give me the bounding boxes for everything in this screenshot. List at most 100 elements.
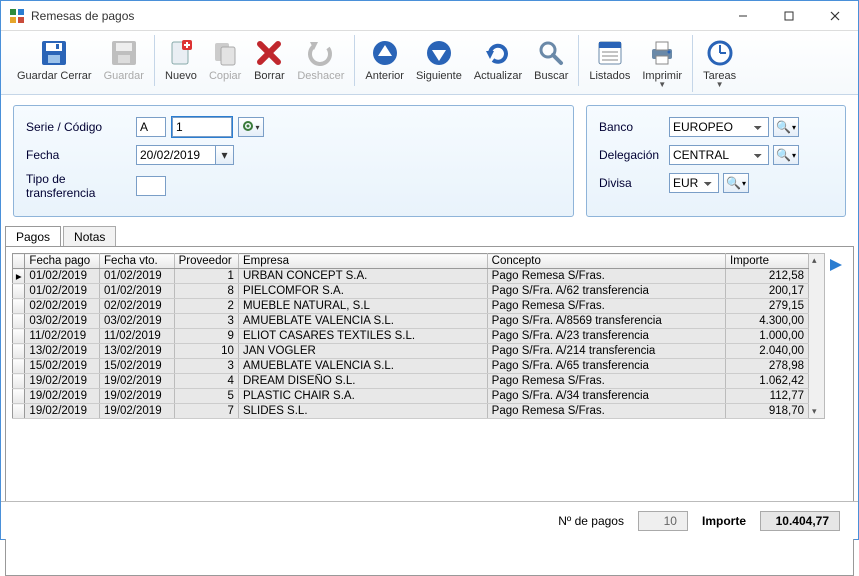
row-handle[interactable] (13, 299, 25, 314)
codigo-input[interactable] (172, 117, 232, 137)
cell-empresa[interactable]: URBAN CONCEPT S.A. (238, 269, 487, 284)
cell-empresa[interactable]: JAN VOGLER (238, 344, 487, 359)
cell-fecha-vto[interactable]: 03/02/2019 (100, 314, 175, 329)
cell-importe[interactable]: 1.000,00 (726, 329, 809, 344)
cell-fecha-pago[interactable]: 03/02/2019 (25, 314, 100, 329)
divisa-select[interactable]: EUR (669, 173, 719, 193)
cell-proveedor[interactable]: 8 (174, 284, 238, 299)
cell-concepto[interactable]: Pago S/Fra. A/62 transferencia (487, 284, 725, 299)
save-button[interactable]: Guardar (98, 35, 150, 86)
table-row[interactable]: 01/02/201901/02/20198PIELCOMFOR S.A.Pago… (13, 284, 809, 299)
date-picker-button[interactable]: ▾ (216, 145, 234, 165)
table-row[interactable]: 15/02/201915/02/20193AMUEBLATE VALENCIA … (13, 359, 809, 374)
col-importe[interactable]: Importe (726, 254, 809, 269)
cell-importe[interactable]: 112,77 (726, 389, 809, 404)
cell-proveedor[interactable]: 4 (174, 374, 238, 389)
row-handle[interactable] (13, 404, 25, 419)
tasks-button[interactable]: Tareas ▼ (697, 35, 742, 92)
row-handle[interactable] (13, 359, 25, 374)
cell-concepto[interactable]: Pago Remesa S/Fras. (487, 269, 725, 284)
cell-concepto[interactable]: Pago S/Fra. A/8569 transferencia (487, 314, 725, 329)
cell-importe[interactable]: 1.062,42 (726, 374, 809, 389)
print-button[interactable]: Imprimir ▼ (636, 35, 688, 92)
cell-fecha-pago[interactable]: 13/02/2019 (25, 344, 100, 359)
cell-fecha-vto[interactable]: 19/02/2019 (100, 404, 175, 419)
cell-fecha-vto[interactable]: 01/02/2019 (100, 284, 175, 299)
row-handle[interactable] (13, 389, 25, 404)
table-row[interactable]: 11/02/201911/02/20199ELIOT CASARES TEXTI… (13, 329, 809, 344)
cell-fecha-vto[interactable]: 01/02/2019 (100, 269, 175, 284)
cell-fecha-pago[interactable]: 15/02/2019 (25, 359, 100, 374)
cell-empresa[interactable]: SLIDES S.L. (238, 404, 487, 419)
cell-proveedor[interactable]: 5 (174, 389, 238, 404)
search-button[interactable]: Buscar (528, 35, 574, 86)
serie-input[interactable] (136, 117, 166, 137)
row-handle[interactable] (13, 284, 25, 299)
play-icon[interactable] (828, 257, 844, 276)
cell-concepto[interactable]: Pago Remesa S/Fras. (487, 374, 725, 389)
cell-concepto[interactable]: Pago S/Fra. A/65 transferencia (487, 359, 725, 374)
cell-fecha-vto[interactable]: 02/02/2019 (100, 299, 175, 314)
cell-empresa[interactable]: AMUEBLATE VALENCIA S.L. (238, 359, 487, 374)
cell-importe[interactable]: 278,98 (726, 359, 809, 374)
table-row[interactable]: 13/02/201913/02/201910JAN VOGLERPago S/F… (13, 344, 809, 359)
banco-select[interactable]: EUROPEO (669, 117, 769, 137)
table-row[interactable]: 19/02/201919/02/20195PLASTIC CHAIR S.A.P… (13, 389, 809, 404)
table-row[interactable]: 03/02/201903/02/20193AMUEBLATE VALENCIA … (13, 314, 809, 329)
cell-concepto[interactable]: Pago S/Fra. A/214 transferencia (487, 344, 725, 359)
row-handle[interactable] (13, 314, 25, 329)
cell-fecha-vto[interactable]: 11/02/2019 (100, 329, 175, 344)
banco-lookup-button[interactable]: 🔍▾ (773, 117, 799, 137)
cell-proveedor[interactable]: 2 (174, 299, 238, 314)
cell-concepto[interactable]: Pago Remesa S/Fras. (487, 299, 725, 314)
save-close-button[interactable]: Guardar Cerrar (11, 35, 98, 86)
cell-empresa[interactable]: DREAM DISEÑO S.L. (238, 374, 487, 389)
cell-fecha-vto[interactable]: 15/02/2019 (100, 359, 175, 374)
cell-proveedor[interactable]: 9 (174, 329, 238, 344)
cell-importe[interactable]: 918,70 (726, 404, 809, 419)
table-row[interactable]: 02/02/201902/02/20192MUEBLE NATURAL, S.L… (13, 299, 809, 314)
minimize-button[interactable] (720, 1, 766, 31)
new-button[interactable]: Nuevo (159, 35, 203, 86)
table-row[interactable]: 19/02/201919/02/20197SLIDES S.L.Pago Rem… (13, 404, 809, 419)
cell-empresa[interactable]: PIELCOMFOR S.A. (238, 284, 487, 299)
col-proveedor[interactable]: Proveedor (174, 254, 238, 269)
cell-importe[interactable]: 200,17 (726, 284, 809, 299)
delegacion-select[interactable]: CENTRAL (669, 145, 769, 165)
listings-button[interactable]: Listados (583, 35, 636, 92)
col-concepto[interactable]: Concepto (487, 254, 725, 269)
col-empresa[interactable]: Empresa (238, 254, 487, 269)
gear-button[interactable]: ▾ (238, 117, 264, 137)
cell-fecha-pago[interactable]: 01/02/2019 (25, 269, 100, 284)
cell-fecha-pago[interactable]: 19/02/2019 (25, 374, 100, 389)
cell-fecha-pago[interactable]: 02/02/2019 (25, 299, 100, 314)
table-row[interactable]: 19/02/201919/02/20194DREAM DISEÑO S.L.Pa… (13, 374, 809, 389)
divisa-lookup-button[interactable]: 🔍▾ (723, 173, 749, 193)
cell-empresa[interactable]: AMUEBLATE VALENCIA S.L. (238, 314, 487, 329)
cell-importe[interactable]: 2.040,00 (726, 344, 809, 359)
payments-grid[interactable]: Fecha pago Fecha vto. Proveedor Empresa … (12, 253, 809, 419)
cell-fecha-vto[interactable]: 19/02/2019 (100, 374, 175, 389)
refresh-button[interactable]: Actualizar (468, 35, 528, 86)
cell-importe[interactable]: 212,58 (726, 269, 809, 284)
cell-empresa[interactable]: PLASTIC CHAIR S.A. (238, 389, 487, 404)
cell-concepto[interactable]: Pago S/Fra. A/34 transferencia (487, 389, 725, 404)
delegacion-lookup-button[interactable]: 🔍▾ (773, 145, 799, 165)
fecha-input[interactable] (136, 145, 216, 165)
tab-pagos[interactable]: Pagos (5, 226, 61, 247)
copy-button[interactable]: Copiar (203, 35, 247, 86)
cell-concepto[interactable]: Pago Remesa S/Fras. (487, 404, 725, 419)
row-handle[interactable] (13, 374, 25, 389)
next-button[interactable]: Siguiente (410, 35, 468, 86)
previous-button[interactable]: Anterior (359, 35, 410, 86)
col-fecha-pago[interactable]: Fecha pago (25, 254, 100, 269)
cell-proveedor[interactable]: 7 (174, 404, 238, 419)
cell-proveedor[interactable]: 10 (174, 344, 238, 359)
cell-proveedor[interactable]: 3 (174, 359, 238, 374)
row-handle[interactable]: ▸ (13, 269, 25, 284)
cell-fecha-pago[interactable]: 19/02/2019 (25, 404, 100, 419)
cell-empresa[interactable]: ELIOT CASARES TEXTILES S.L. (238, 329, 487, 344)
cell-proveedor[interactable]: 1 (174, 269, 238, 284)
cell-fecha-vto[interactable]: 19/02/2019 (100, 389, 175, 404)
table-row[interactable]: ▸01/02/201901/02/20191URBAN CONCEPT S.A.… (13, 269, 809, 284)
